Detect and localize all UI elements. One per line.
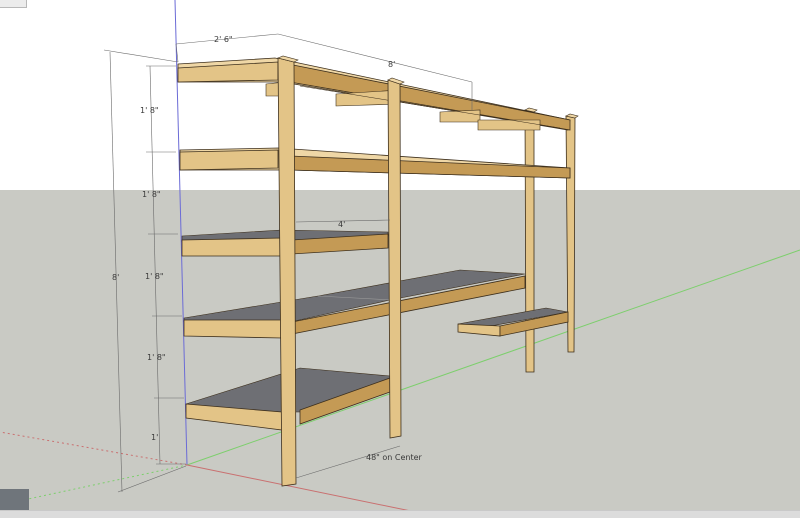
shelving-model-scene[interactable]: 2' 6" 8' 8' 1' 8" 1' 8" 1' 8" 1' 8" 1' 4… xyxy=(0,0,800,517)
shelf-width-label: 4' xyxy=(338,220,345,229)
length-dimension-label: 8' xyxy=(388,60,395,69)
overall-height-label: 8' xyxy=(112,273,119,282)
span-5-label: 1' xyxy=(151,433,158,442)
span-4-label: 1' 8" xyxy=(147,353,166,362)
span-1-label: 1' 8" xyxy=(140,106,159,115)
modeling-viewport[interactable]: 2' 6" 8' 8' 1' 8" 1' 8" 1' 8" 1' 8" 1' 4… xyxy=(0,0,800,518)
post-spacing-label: 48" on Center xyxy=(366,453,423,462)
scene-tab-button[interactable] xyxy=(0,489,29,510)
span-2-label: 1' 8" xyxy=(142,190,161,199)
depth-dimension-label: 2' 6" xyxy=(214,35,233,44)
span-3-label: 1' 8" xyxy=(145,272,164,281)
toolbar-tab[interactable] xyxy=(0,0,27,8)
